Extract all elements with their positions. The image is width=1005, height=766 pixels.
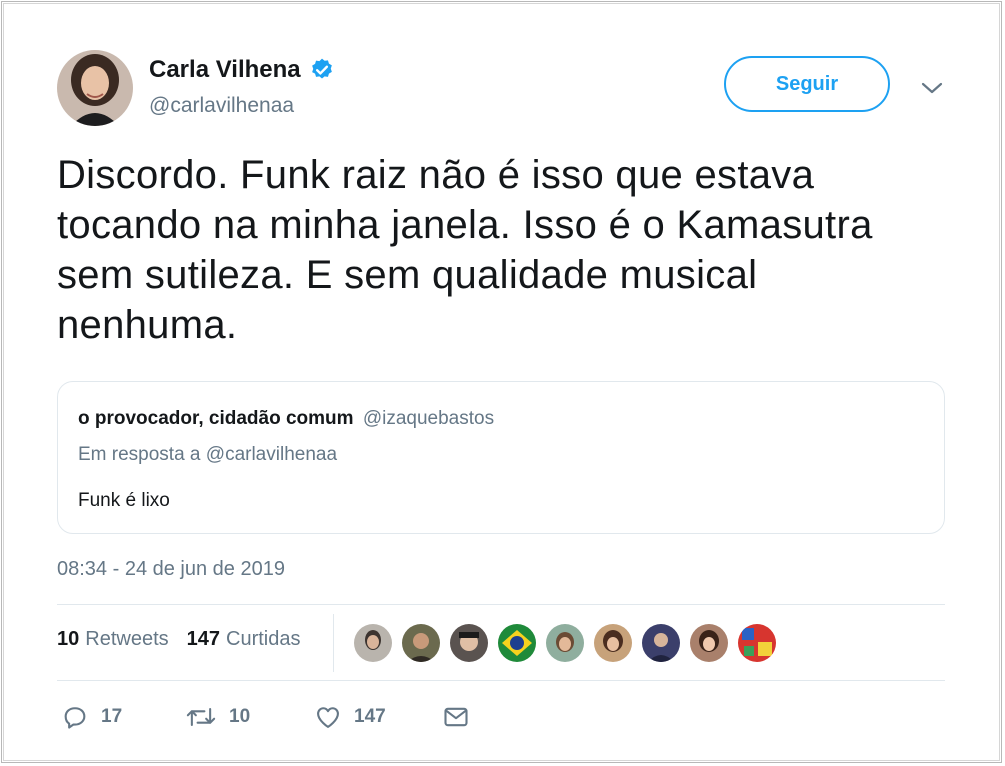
liker-avatar[interactable] bbox=[641, 623, 681, 663]
quoted-text: Funk é lixo bbox=[78, 490, 170, 511]
divider bbox=[57, 680, 945, 681]
author-name-row: Carla Vilhena bbox=[149, 54, 335, 86]
tweet-line: Discordo. Funk raiz não é isso que estav… bbox=[57, 153, 815, 197]
retweet-button[interactable]: 10 bbox=[185, 700, 250, 734]
quoted-reply-context: Em resposta a @carlavilhenaa bbox=[78, 444, 338, 465]
reply-button[interactable]: 17 bbox=[61, 700, 122, 734]
like-button[interactable]: 147 bbox=[314, 700, 386, 734]
likes-label[interactable]: Curtidas bbox=[226, 628, 300, 651]
liker-avatar[interactable] bbox=[497, 623, 537, 663]
tweet-line: sem sutileza. E sem qualidade musical bbox=[57, 253, 758, 297]
likes-count[interactable]: 147 bbox=[187, 628, 220, 651]
chevron-down-icon[interactable] bbox=[918, 76, 946, 100]
retweets-count[interactable]: 10 bbox=[57, 628, 79, 651]
liker-avatar[interactable] bbox=[545, 623, 585, 663]
liker-avatar[interactable] bbox=[689, 623, 729, 663]
retweet-icon bbox=[186, 707, 216, 727]
liker-avatar[interactable] bbox=[593, 623, 633, 663]
author-avatar[interactable] bbox=[57, 50, 133, 126]
liker-avatar[interactable] bbox=[737, 623, 777, 663]
tweet-line: tocando na minha janela. Isso é o Kamasu… bbox=[57, 203, 873, 247]
liker-avatar[interactable] bbox=[353, 623, 393, 663]
quoted-author-name: o provocador, cidadão comum bbox=[78, 408, 354, 429]
like-count: 147 bbox=[354, 706, 386, 727]
quoted-author-handle: @izaquebastos bbox=[362, 408, 495, 429]
reply-count: 17 bbox=[101, 706, 123, 727]
liker-avatar[interactable] bbox=[449, 623, 489, 663]
quoted-header: o provocador, cidadão comum @izaquebasto… bbox=[78, 408, 494, 430]
tweet-timestamp[interactable]: 08:34 - 24 de jun de 2019 bbox=[57, 558, 285, 581]
retweet-count: 10 bbox=[229, 706, 251, 727]
quoted-tweet[interactable]: o provocador, cidadão comum @izaquebasto… bbox=[57, 381, 945, 534]
author-name[interactable]: Carla Vilhena bbox=[149, 56, 301, 84]
retweets-label[interactable]: Retweets bbox=[85, 628, 168, 651]
verified-badge-icon bbox=[311, 58, 332, 79]
liker-avatar[interactable] bbox=[401, 623, 441, 663]
follow-button[interactable]: Seguir bbox=[724, 56, 890, 112]
author-handle[interactable]: @carlavilhenaa bbox=[149, 94, 294, 118]
reply-icon bbox=[64, 707, 86, 729]
tweet-text: Discordo. Funk raiz não é isso que estav… bbox=[57, 150, 957, 350]
liker-avatars bbox=[353, 623, 785, 663]
divider bbox=[57, 604, 945, 605]
heart-icon bbox=[317, 707, 339, 728]
envelope-icon bbox=[444, 707, 468, 727]
stats-separator bbox=[333, 614, 334, 672]
tweet-line: nenhuma. bbox=[57, 303, 238, 347]
direct-message-button[interactable] bbox=[442, 700, 470, 734]
tweet-stats: 10 Retweets 147 Curtidas bbox=[57, 628, 300, 651]
